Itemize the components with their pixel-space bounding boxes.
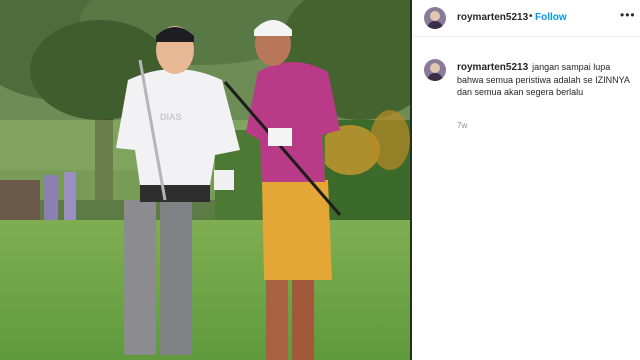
separator-dot: • <box>529 11 533 22</box>
post-photo[interactable]: DIAS <box>0 0 410 360</box>
post-caption: roymarten5213 jangan sampai lupa bahwa se… <box>457 61 635 98</box>
post-age[interactable]: 7w <box>457 121 467 130</box>
shirt-logo: DIAS <box>160 112 182 122</box>
post-sidebar: roymarten5213 • Follow ••• roymarten5213… <box>412 0 640 360</box>
caption-avatar[interactable] <box>424 59 446 81</box>
caption-username[interactable]: roymarten5213 <box>457 62 528 73</box>
follow-button[interactable]: Follow <box>535 12 567 23</box>
avatar[interactable] <box>424 7 446 29</box>
more-options-icon[interactable]: ••• <box>620 8 636 22</box>
post-header: roymarten5213 • Follow ••• <box>412 0 640 37</box>
header-username[interactable]: roymarten5213 <box>457 12 528 23</box>
